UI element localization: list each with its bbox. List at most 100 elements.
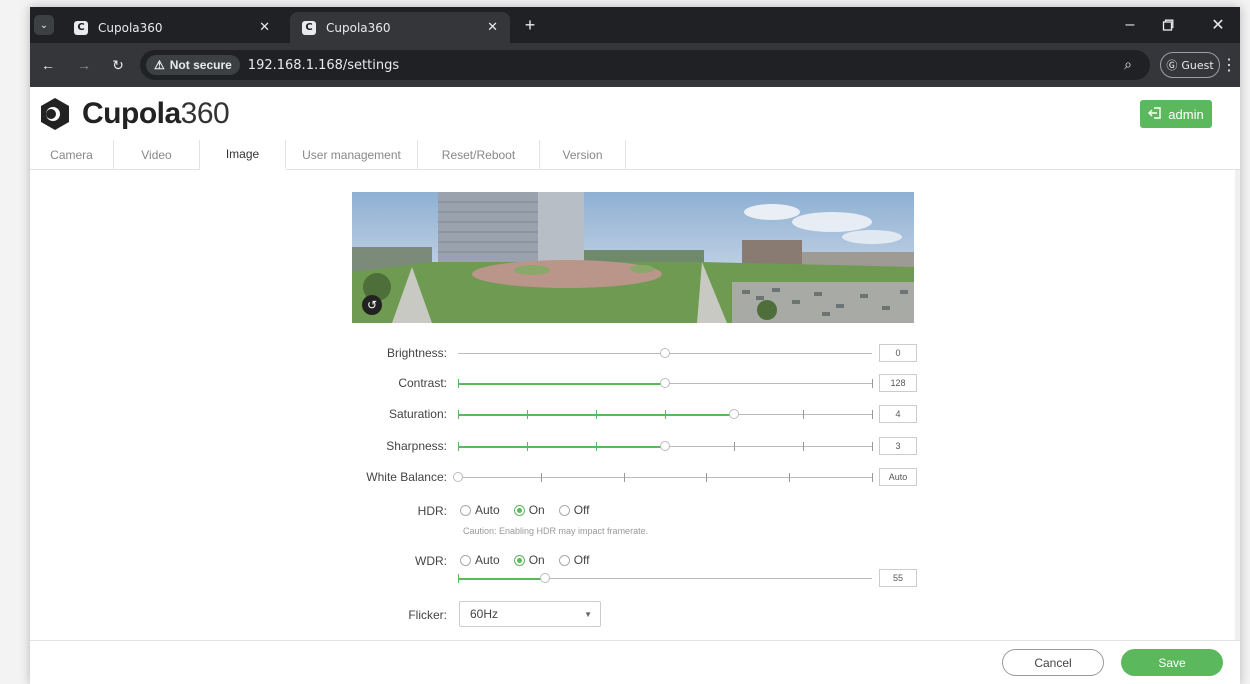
- tab-reset-reboot[interactable]: Reset/Reboot: [418, 140, 540, 170]
- hdr-option-label: Auto: [475, 503, 500, 517]
- sharpness-slider-thumb[interactable]: [660, 441, 670, 451]
- wdr-slider-thumb[interactable]: [539, 573, 550, 583]
- saturation-slider[interactable]: [458, 408, 873, 422]
- slider-tick: [458, 442, 459, 451]
- slider-tick: [872, 410, 873, 419]
- saturation-slider-thumb[interactable]: [729, 409, 740, 419]
- forward-arrow-icon[interactable]: →: [74, 55, 94, 75]
- sharpness-value-field[interactable]: 3: [879, 437, 917, 455]
- back-arrow-icon[interactable]: ←: [38, 55, 58, 75]
- browser-tab-1[interactable]: C Cupola360 ✕: [62, 12, 282, 43]
- wdr-option-on[interactable]: On: [513, 553, 545, 567]
- tab-version[interactable]: Version: [540, 140, 626, 170]
- rotate-view-icon[interactable]: ↺: [362, 295, 382, 315]
- slider-tick: [802, 442, 804, 451]
- sharpness-slider[interactable]: [458, 440, 873, 454]
- contrast-value-field[interactable]: 128: [879, 374, 917, 392]
- white-balance-row: White Balance: Auto: [30, 466, 1240, 490]
- slider-tick: [595, 442, 597, 451]
- hdr-radio-group: Auto On Off: [460, 503, 590, 517]
- app-header: Cupola360 admin: [30, 87, 1240, 142]
- brightness-slider[interactable]: [458, 347, 872, 361]
- wdr-label: WDR:: [415, 554, 447, 568]
- security-chip[interactable]: ⚠ Not secure: [146, 55, 240, 75]
- zoom-magnifier-icon[interactable]: ⌕: [1124, 56, 1132, 73]
- tab-image[interactable]: Image: [200, 140, 286, 170]
- browser-tab-title: Cupola360: [98, 20, 163, 35]
- new-tab-plus-icon[interactable]: +: [520, 15, 540, 35]
- wdr-option-label: On: [528, 553, 545, 567]
- saturation-label: Saturation:: [388, 407, 447, 421]
- browser-menu-icon[interactable]: ⋮: [1221, 55, 1237, 75]
- tab-video[interactable]: Video: [114, 140, 200, 170]
- dropdown-caret-icon: ▼: [584, 610, 592, 619]
- wdr-level-row: 55: [30, 567, 1240, 591]
- admin-logout-button[interactable]: admin: [1140, 100, 1212, 128]
- saturation-row: Saturation: 4: [30, 403, 1240, 427]
- hdr-label: HDR:: [417, 504, 447, 518]
- sharpness-row: Sharpness: 3: [30, 435, 1240, 459]
- contrast-slider[interactable]: [458, 377, 873, 391]
- white-balance-slider-thumb[interactable]: [453, 472, 463, 482]
- cupola-hexagon-logo-icon: [41, 98, 69, 130]
- slider-tick: [706, 473, 708, 482]
- address-bar[interactable]: ⚠ Not secure 192.168.1.168/settings ⌕: [140, 50, 1150, 80]
- cupola-favicon-icon: C: [302, 20, 316, 35]
- tab-search-chevron-icon[interactable]: ⌄: [34, 15, 54, 35]
- wdr-level-slider[interactable]: [458, 572, 872, 586]
- flicker-row: Flicker: 60Hz ▼: [30, 601, 1240, 629]
- logout-icon: [1148, 106, 1162, 123]
- slider-tick: [623, 473, 625, 482]
- cancel-button[interactable]: Cancel: [1002, 649, 1104, 676]
- close-window-icon[interactable]: ✕: [1208, 15, 1228, 35]
- slider-tick: [527, 442, 528, 451]
- cupola-favicon-icon: C: [74, 20, 88, 35]
- hdr-option-on[interactable]: On: [513, 503, 545, 517]
- hdr-option-label: On: [528, 503, 545, 517]
- hdr-option-off[interactable]: Off: [558, 503, 590, 517]
- browser-tab-title: Cupola360: [326, 20, 391, 35]
- brightness-value-field[interactable]: 0: [879, 344, 917, 362]
- page-scrollbar-track[interactable]: [1235, 170, 1240, 640]
- slider-tick: [595, 410, 597, 419]
- panorama-preview-image: ↺: [352, 192, 914, 323]
- close-tab-icon[interactable]: ✕: [487, 20, 498, 35]
- browser-tab-2[interactable]: C Cupola360 ✕: [290, 12, 510, 43]
- saturation-value-field[interactable]: 4: [879, 405, 917, 423]
- contrast-slider-thumb[interactable]: [660, 378, 670, 388]
- wdr-option-auto[interactable]: Auto: [460, 553, 500, 567]
- profile-avatar-icon: Ⓖ: [1166, 59, 1178, 72]
- hdr-option-auto[interactable]: Auto: [460, 503, 500, 517]
- flicker-select[interactable]: 60Hz ▼: [459, 601, 601, 627]
- restore-window-icon[interactable]: [1158, 15, 1178, 35]
- wdr-option-off[interactable]: Off: [558, 553, 590, 567]
- reload-icon[interactable]: ↻: [108, 55, 128, 75]
- flicker-selected-value: 60Hz: [470, 607, 499, 621]
- save-button[interactable]: Save: [1121, 649, 1223, 676]
- slider-tick: [872, 473, 873, 482]
- wdr-option-label: Off: [573, 553, 590, 567]
- brightness-label: Brightness:: [386, 346, 447, 360]
- white-balance-value-field[interactable]: Auto: [879, 468, 917, 486]
- minimize-window-icon[interactable]: –: [1120, 15, 1140, 35]
- slider-tick: [458, 574, 459, 583]
- hdr-row: HDR: Auto On Off: [30, 500, 1240, 524]
- slider-tick: [665, 410, 666, 419]
- close-tab-icon[interactable]: ✕: [259, 20, 270, 35]
- tab-camera[interactable]: Camera: [30, 140, 114, 170]
- white-balance-slider[interactable]: [453, 471, 873, 485]
- wdr-value-field[interactable]: 55: [879, 569, 917, 587]
- white-balance-label: White Balance:: [366, 470, 447, 484]
- url-text[interactable]: 192.168.1.168/settings: [248, 58, 399, 73]
- brightness-row: Brightness: 0: [30, 342, 1240, 366]
- profile-guest-button[interactable]: Ⓖ Guest: [1160, 52, 1220, 78]
- cupola360-logo: Cupola360: [38, 97, 230, 131]
- action-footer: Cancel Save: [30, 640, 1240, 684]
- profile-label: Guest: [1181, 58, 1214, 72]
- brightness-slider-thumb[interactable]: [660, 348, 670, 358]
- contrast-label: Contrast:: [398, 376, 447, 390]
- tab-user-management[interactable]: User management: [286, 140, 418, 170]
- slider-tick: [872, 379, 873, 388]
- slider-tick: [872, 442, 873, 451]
- browser-tabstrip: ⌄ C Cupola360 ✕ C Cupola360 ✕ + – ✕: [30, 7, 1240, 43]
